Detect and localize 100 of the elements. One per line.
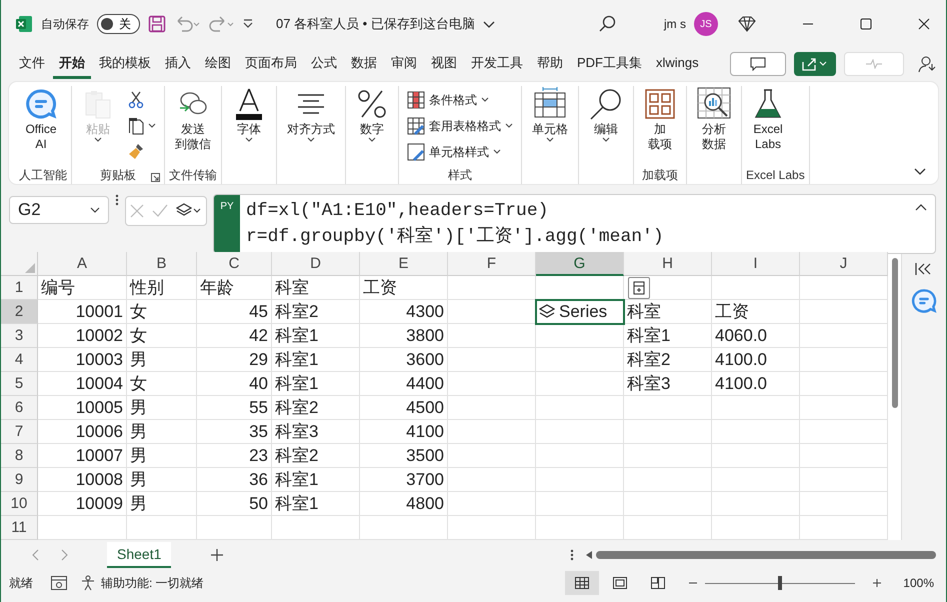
table-cell[interactable] <box>712 420 800 444</box>
save-icon[interactable] <box>148 15 166 33</box>
table-cell[interactable]: 4800 <box>360 492 448 516</box>
ribbon-button[interactable]: Office AI <box>19 86 63 152</box>
table-cell[interactable]: 科室2 <box>272 444 360 468</box>
table-cell[interactable]: 10006 <box>38 420 127 444</box>
table-cell[interactable]: 男 <box>127 492 197 516</box>
table-cell[interactable] <box>448 420 536 444</box>
column-header[interactable]: B <box>127 252 197 276</box>
row-header[interactable]: 9 <box>1 468 38 492</box>
table-cell[interactable]: 4100.0 <box>712 372 800 396</box>
ribbon-button[interactable]: 对齐方式 <box>281 86 341 143</box>
row-header[interactable]: 4 <box>1 348 38 372</box>
row-header[interactable]: 10 <box>1 492 38 516</box>
collapse-formula-icon[interactable] <box>915 203 927 211</box>
ribbon-menu-button[interactable]: 套用表格格式 <box>403 114 517 138</box>
table-cell[interactable]: 40 <box>197 372 272 396</box>
table-cell[interactable]: 性别 <box>127 276 197 300</box>
python-object-icon[interactable] <box>539 304 555 320</box>
table-cell[interactable]: 10007 <box>38 444 127 468</box>
table-cell[interactable] <box>448 444 536 468</box>
table-cell[interactable] <box>536 444 624 468</box>
row-header[interactable]: 5 <box>1 372 38 396</box>
table-cell[interactable]: 4060.0 <box>712 324 800 348</box>
row-header[interactable]: 7 <box>1 420 38 444</box>
table-cell[interactable]: 科室2 <box>272 300 360 324</box>
table-cell[interactable] <box>624 420 712 444</box>
name-box[interactable]: G2 <box>9 196 109 224</box>
table-cell[interactable]: 45 <box>197 300 272 324</box>
share-button[interactable] <box>794 52 836 76</box>
table-cell[interactable] <box>38 516 127 540</box>
table-cell[interactable]: 男 <box>127 468 197 492</box>
table-cell[interactable] <box>360 516 448 540</box>
chat-bubble-icon[interactable] <box>911 288 937 314</box>
table-cell[interactable]: 科室2 <box>624 348 712 372</box>
accessibility-icon[interactable] <box>81 575 97 591</box>
table-cell[interactable]: 10008 <box>38 468 127 492</box>
user-avatar[interactable]: JS <box>694 12 718 36</box>
table-cell[interactable]: 女 <box>127 324 197 348</box>
table-cell[interactable]: 科室3 <box>624 372 712 396</box>
more-icon[interactable] <box>115 194 119 206</box>
table-cell[interactable]: 42 <box>197 324 272 348</box>
table-cell[interactable]: 科室1 <box>272 492 360 516</box>
table-cell[interactable] <box>536 516 624 540</box>
ribbon-button[interactable]: 加 载项 <box>638 86 682 152</box>
table-cell[interactable] <box>624 468 712 492</box>
table-cell[interactable] <box>712 444 800 468</box>
column-header[interactable]: G <box>536 252 624 276</box>
table-cell[interactable]: 50 <box>197 492 272 516</box>
menu-tab[interactable]: 我的模板 <box>93 50 157 78</box>
cancel-icon[interactable] <box>130 204 144 218</box>
accessibility-status[interactable]: 辅助功能: 一切就绪 <box>101 574 204 592</box>
row-header[interactable]: 1 <box>1 276 38 300</box>
ribbon-button[interactable]: Excel Labs <box>746 86 790 152</box>
row-header[interactable]: 3 <box>1 324 38 348</box>
close-icon[interactable] <box>918 18 930 30</box>
autosave-toggle[interactable]: 关 <box>97 14 140 34</box>
diamond-icon[interactable] <box>738 15 756 33</box>
ribbon-button[interactable]: 分析 数据 <box>691 86 737 152</box>
column-header[interactable]: C <box>197 252 272 276</box>
next-sheet-icon[interactable] <box>61 549 69 561</box>
row-header[interactable]: 11 <box>1 516 38 540</box>
ribbon-menu-button[interactable]: 单元格样式 <box>403 140 517 164</box>
ribbon-button[interactable]: 字体 <box>226 86 272 143</box>
ribbon-button[interactable]: 发送 到微信 <box>169 86 217 152</box>
menu-tab[interactable]: 页面布局 <box>239 50 303 78</box>
table-cell[interactable]: 工资 <box>360 276 448 300</box>
table-cell[interactable] <box>536 468 624 492</box>
table-cell[interactable]: 工资 <box>712 300 800 324</box>
table-cell[interactable]: 编号 <box>38 276 127 300</box>
maximize-icon[interactable] <box>860 18 872 30</box>
table-cell[interactable]: 女 <box>127 372 197 396</box>
document-title[interactable]: 07 各科室人员 • 已保存到这台电脑 <box>276 15 475 33</box>
row-header[interactable]: 6 <box>1 396 38 420</box>
table-cell[interactable] <box>197 516 272 540</box>
row-header[interactable]: 8 <box>1 444 38 468</box>
table-cell[interactable]: 4300 <box>360 300 448 324</box>
table-cell[interactable]: 10009 <box>38 492 127 516</box>
menu-tab[interactable]: 帮助 <box>531 50 569 78</box>
customize-icon[interactable] <box>242 18 254 30</box>
table-cell[interactable]: 科室1 <box>272 372 360 396</box>
more-icon[interactable] <box>570 549 574 561</box>
menu-tab[interactable]: 公式 <box>305 50 343 78</box>
menu-tab[interactable]: 数据 <box>345 50 383 78</box>
table-cell[interactable] <box>448 396 536 420</box>
column-header[interactable]: H <box>624 252 712 276</box>
macro-record-icon[interactable] <box>51 576 67 590</box>
ribbon-button[interactable]: 单元格 <box>526 86 574 143</box>
table-cell[interactable] <box>448 492 536 516</box>
collapse-pane-icon[interactable] <box>915 262 933 276</box>
table-cell[interactable] <box>712 516 800 540</box>
menu-tab[interactable]: 开发工具 <box>465 50 529 78</box>
table-cell[interactable]: 4100 <box>360 420 448 444</box>
table-cell[interactable]: 4500 <box>360 396 448 420</box>
column-header[interactable]: I <box>712 252 800 276</box>
insert-data-popup[interactable] <box>628 277 650 299</box>
table-cell[interactable]: Series <box>536 300 624 324</box>
table-cell[interactable]: 10005 <box>38 396 127 420</box>
ribbon-button[interactable]: 编辑 <box>583 86 629 143</box>
redo-icon[interactable] <box>208 15 234 33</box>
